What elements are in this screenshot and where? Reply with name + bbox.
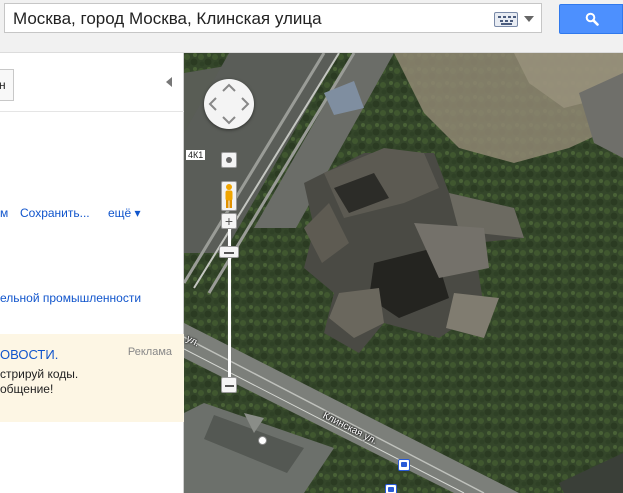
zoom-in-button[interactable]: +	[221, 213, 237, 229]
ad-box: ОВОСТИ. Реклама стрируй коды. общение!	[0, 334, 184, 422]
panel-tab[interactable]: н	[0, 69, 14, 101]
ad-label: Реклама	[127, 346, 172, 358]
pegman-icon	[225, 184, 233, 208]
panel-tab-label: н	[0, 78, 6, 92]
ad-text-line-1: стрируй коды.	[0, 367, 79, 381]
input-tools-dropdown-icon[interactable]	[524, 16, 534, 22]
poi-marker-icon[interactable]	[258, 436, 267, 445]
search-box[interactable]	[4, 3, 542, 33]
keyboard-icon[interactable]	[494, 12, 518, 27]
bus-stop-icon[interactable]	[385, 484, 397, 493]
satellite-map[interactable]: + 4К1 ул. Клинская ул.	[184, 53, 623, 493]
zoom-slider-handle[interactable]	[219, 246, 239, 258]
save-link[interactable]: Сохранить...	[20, 206, 90, 220]
collapse-panel-icon[interactable]	[166, 77, 172, 87]
panel-divider	[0, 111, 184, 112]
search-button[interactable]	[559, 4, 623, 34]
minus-icon	[225, 385, 234, 387]
zoom-out-button[interactable]	[221, 377, 237, 393]
handle-grip-icon	[224, 252, 234, 254]
ad-text-line-2: общение!	[0, 382, 54, 396]
dot-icon	[226, 157, 232, 163]
street-view-pegman[interactable]	[221, 181, 237, 211]
top-bar	[0, 0, 623, 53]
search-input[interactable]	[13, 8, 483, 30]
pan-control[interactable]	[204, 79, 254, 129]
action-link-partial[interactable]: м	[0, 206, 8, 220]
bus-stop-icon[interactable]	[398, 459, 410, 471]
pan-arrows-icon	[208, 83, 250, 125]
more-link[interactable]: ещё ▾	[108, 206, 141, 220]
left-panel: н м Сохранить... ещё ▾ ельной промышленн…	[0, 53, 184, 493]
ad-title[interactable]: ОВОСТИ.	[0, 347, 58, 362]
industry-link[interactable]: ельной промышленности	[0, 291, 141, 305]
magnifier-icon	[585, 12, 599, 26]
route-badge: 4К1	[186, 150, 206, 160]
reset-view-button[interactable]	[221, 152, 237, 168]
